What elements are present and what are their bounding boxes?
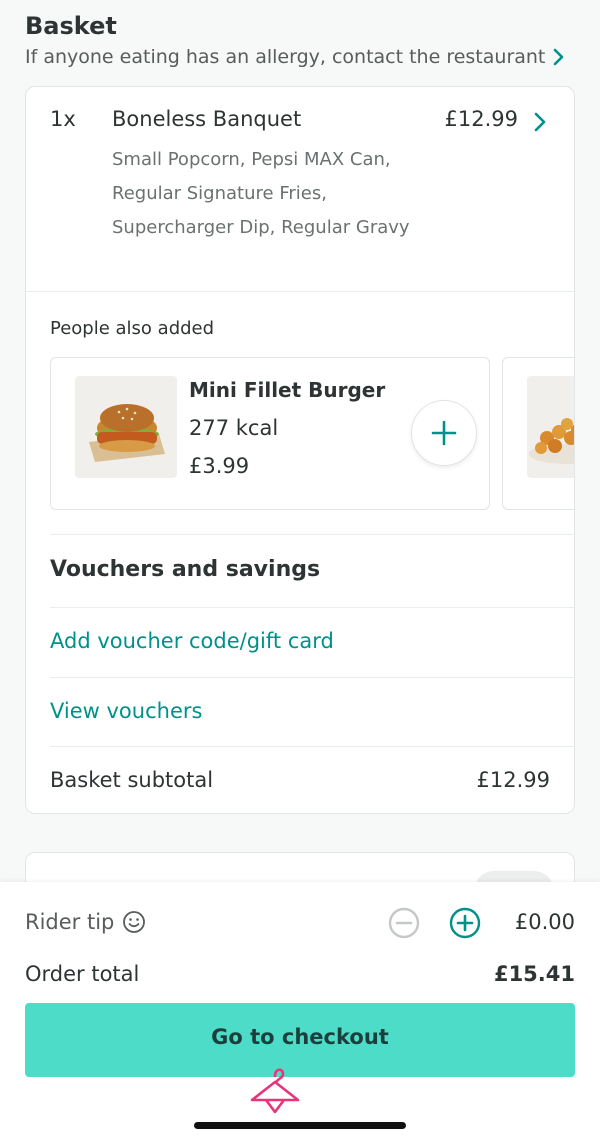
chevron-right-icon	[554, 48, 564, 66]
subtotal-value: £12.99	[476, 768, 550, 792]
smiley-icon	[123, 911, 146, 933]
rider-tip-value: £0.00	[514, 910, 575, 934]
basket-item[interactable]: 1x Boneless Banquet £12.99 Small Popcorn…	[26, 87, 574, 292]
recommendation-card-next[interactable]	[502, 357, 574, 510]
add-voucher-link[interactable]: Add voucher code/gift card	[50, 629, 334, 653]
burger-image	[75, 376, 177, 478]
divider	[50, 607, 574, 608]
allergy-text: If anyone eating has an allergy, contact…	[25, 46, 546, 68]
item-price: £12.99	[444, 107, 518, 131]
order-total-label: Order total	[25, 962, 140, 986]
home-indicator[interactable]	[194, 1122, 406, 1129]
page-title: Basket	[25, 12, 117, 40]
divider	[50, 746, 574, 747]
add-recommendation-button[interactable]	[411, 400, 477, 466]
view-vouchers-link[interactable]: View vouchers	[50, 699, 202, 723]
increase-tip-button[interactable]	[449, 907, 481, 939]
recommendation-price: £3.99	[189, 454, 250, 478]
rider-tip-label: Rider tip	[25, 910, 146, 934]
item-description: Small Popcorn, Pepsi MAX Can, Regular Si…	[112, 149, 410, 238]
order-total-value: £15.41	[493, 962, 575, 986]
chevron-right-icon	[534, 112, 546, 132]
hanger-watermark-icon	[250, 1068, 300, 1114]
vouchers-title: Vouchers and savings	[50, 557, 321, 582]
item-name: Boneless Banquet	[112, 107, 302, 131]
header: Basket If anyone eating has an allergy, …	[0, 0, 600, 86]
people-also-added-label: People also added	[50, 318, 215, 339]
item-quantity: 1x	[50, 107, 76, 131]
recommendation-card[interactable]: Mini Fillet Burger 277 kcal £3.99	[50, 357, 490, 510]
decrease-tip-button[interactable]	[388, 907, 420, 939]
allergy-link[interactable]: If anyone eating has an allergy, contact…	[25, 46, 575, 68]
nuggets-image	[527, 376, 574, 478]
checkout-footer: Rider tip £0.00 Order total £15.41 Go to…	[0, 882, 600, 1142]
recommendation-kcal: 277 kcal	[189, 416, 279, 440]
divider	[50, 677, 574, 678]
basket-card: 1x Boneless Banquet £12.99 Small Popcorn…	[25, 86, 575, 814]
recommendation-name: Mini Fillet Burger	[189, 378, 386, 402]
divider	[50, 534, 574, 535]
rider-tip-text: Rider tip	[25, 910, 115, 934]
plus-icon	[431, 420, 457, 446]
subtotal-label: Basket subtotal	[50, 768, 214, 792]
